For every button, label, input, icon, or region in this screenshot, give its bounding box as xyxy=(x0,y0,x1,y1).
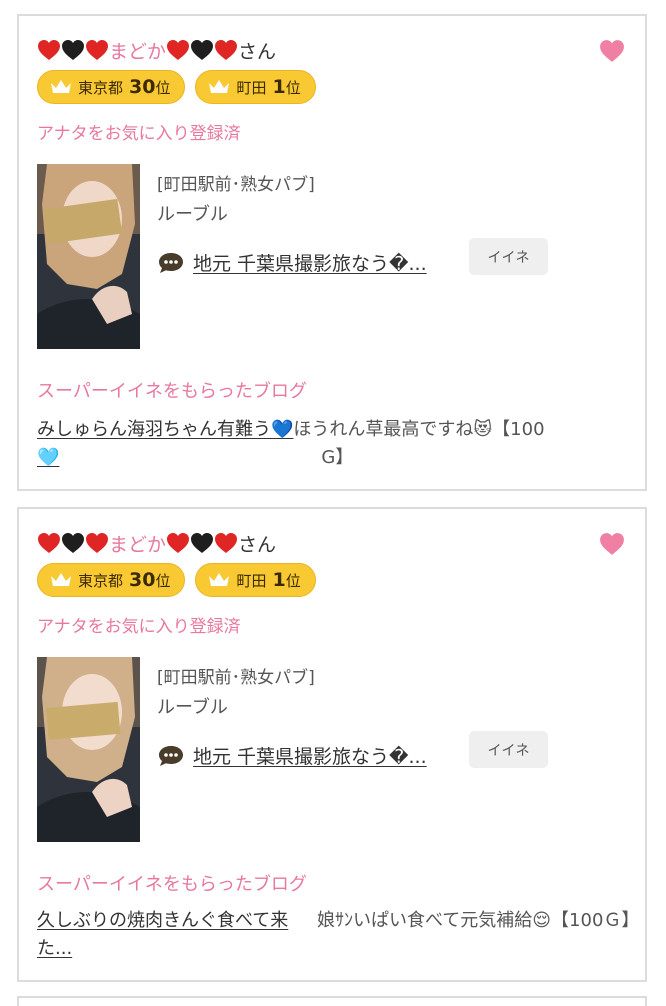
black-heart-icon xyxy=(190,531,214,555)
favorite-status: アナタをお気に入り登録済 xyxy=(37,124,241,144)
favorite-heart-icon[interactable] xyxy=(599,38,625,64)
ranking-badge-tokyo[interactable]: 東京都 30 位 xyxy=(37,70,186,104)
girl-name-text: まどか xyxy=(109,40,167,63)
shop-category: [町田駅前･熟女パブ] xyxy=(157,175,315,195)
girl-name[interactable]: まどか さん xyxy=(37,36,276,64)
girl-card-2: まどか さん 東京都 30 位 町田 1 位 アナタをお気に入り登録済 [町田駅… xyxy=(17,507,647,982)
ranking-area: 町田 xyxy=(236,571,267,590)
ranking-unit: 位 xyxy=(285,571,301,590)
red-heart-icon xyxy=(37,531,61,555)
red-heart-icon xyxy=(37,38,61,62)
favorite-status: アナタをお気に入り登録済 xyxy=(37,617,241,637)
red-heart-icon xyxy=(85,38,109,62)
ranking-area: 東京都 xyxy=(78,571,124,590)
ranking-number: 30 xyxy=(129,569,156,591)
favorite-heart-icon[interactable] xyxy=(599,531,625,557)
speech-bubble-icon xyxy=(159,252,183,273)
black-heart-icon xyxy=(61,38,85,62)
girl-photo[interactable] xyxy=(37,164,140,349)
super-comment: ほうれん草最高ですね😻【100 xyxy=(293,419,545,440)
crown-icon xyxy=(209,80,230,93)
ranking-badges: 東京都 30 位 町田 1 位 xyxy=(37,70,316,104)
iine-button[interactable]: イイネ xyxy=(469,238,548,275)
black-heart-icon xyxy=(190,38,214,62)
red-heart-icon xyxy=(85,531,109,555)
red-heart-icon xyxy=(214,38,238,62)
ranking-badge-machida[interactable]: 町田 1 位 xyxy=(195,563,316,597)
crown-icon xyxy=(51,573,71,586)
ranking-area: 東京都 xyxy=(78,78,124,97)
girl-card-1: まどか さん 東京都 30 位 町田 1 位 アナタをお気に入り登録済 [町田駅… xyxy=(17,14,647,491)
super-blog-link[interactable]: みしゅらん海羽ちゃん有難う💙 xyxy=(37,419,293,440)
girl-photo[interactable] xyxy=(37,657,140,842)
name-suffix: さん xyxy=(238,533,277,556)
name-suffix: さん xyxy=(238,40,277,63)
shop-category: [町田駅前･熟女パブ] xyxy=(157,668,315,688)
ranking-badges: 東京都 30 位 町田 1 位 xyxy=(37,563,316,597)
shop-name[interactable]: ルーブル xyxy=(157,200,228,226)
ranking-unit: 位 xyxy=(155,571,171,590)
super-iine-title: スーパーイイネをもらったブログ xyxy=(37,874,307,895)
red-heart-icon xyxy=(214,531,238,555)
ranking-number: 30 xyxy=(129,76,156,98)
ranking-unit: 位 xyxy=(285,78,301,97)
crown-icon xyxy=(51,80,71,93)
girl-card-3 xyxy=(17,996,647,1006)
red-heart-icon xyxy=(166,531,190,555)
girl-name-text: まどか xyxy=(109,533,167,556)
super-iine-blog: みしゅらん海羽ちゃん有難う💙ほうれん草最高ですね😻【100 🩵 G】 xyxy=(37,416,632,472)
ranking-badge-tokyo[interactable]: 東京都 30 位 xyxy=(37,563,186,597)
blog-title-link[interactable]: 地元 千葉県撮影旅なう�... xyxy=(193,742,427,769)
super-iine-title: スーパーイイネをもらったブログ xyxy=(37,381,307,402)
iine-button[interactable]: イイネ xyxy=(469,731,548,768)
shop-name[interactable]: ルーブル xyxy=(157,693,228,719)
super-iine-blog: 久しぶりの焼肉きんぐ食べて来た... 娘ｻﾝいぱい食べて元気補給😌【100Ｇ】 xyxy=(37,907,640,963)
super-blog-link-cont[interactable]: 🩵 xyxy=(37,447,59,468)
speech-bubble-icon xyxy=(159,745,183,766)
crown-icon xyxy=(209,573,230,586)
super-blog-link[interactable]: 久しぶりの焼肉きんぐ食べて来た... xyxy=(37,907,303,963)
ranking-number: 1 xyxy=(272,569,286,591)
black-heart-icon xyxy=(61,531,85,555)
latest-blog: 地元 千葉県撮影旅なう�... xyxy=(157,742,427,769)
latest-blog: 地元 千葉県撮影旅なう�... xyxy=(157,249,427,276)
ranking-unit: 位 xyxy=(155,78,171,97)
super-comment: 娘ｻﾝいぱい食べて元気補給😌【100Ｇ】 xyxy=(317,910,640,931)
blog-title-link[interactable]: 地元 千葉県撮影旅なう�... xyxy=(193,249,427,276)
super-comment-cont: G】 xyxy=(321,447,354,468)
ranking-area: 町田 xyxy=(236,78,267,97)
ranking-badge-machida[interactable]: 町田 1 位 xyxy=(195,70,316,104)
red-heart-icon xyxy=(166,38,190,62)
ranking-number: 1 xyxy=(272,76,286,98)
girl-name[interactable]: まどか さん xyxy=(37,529,276,557)
